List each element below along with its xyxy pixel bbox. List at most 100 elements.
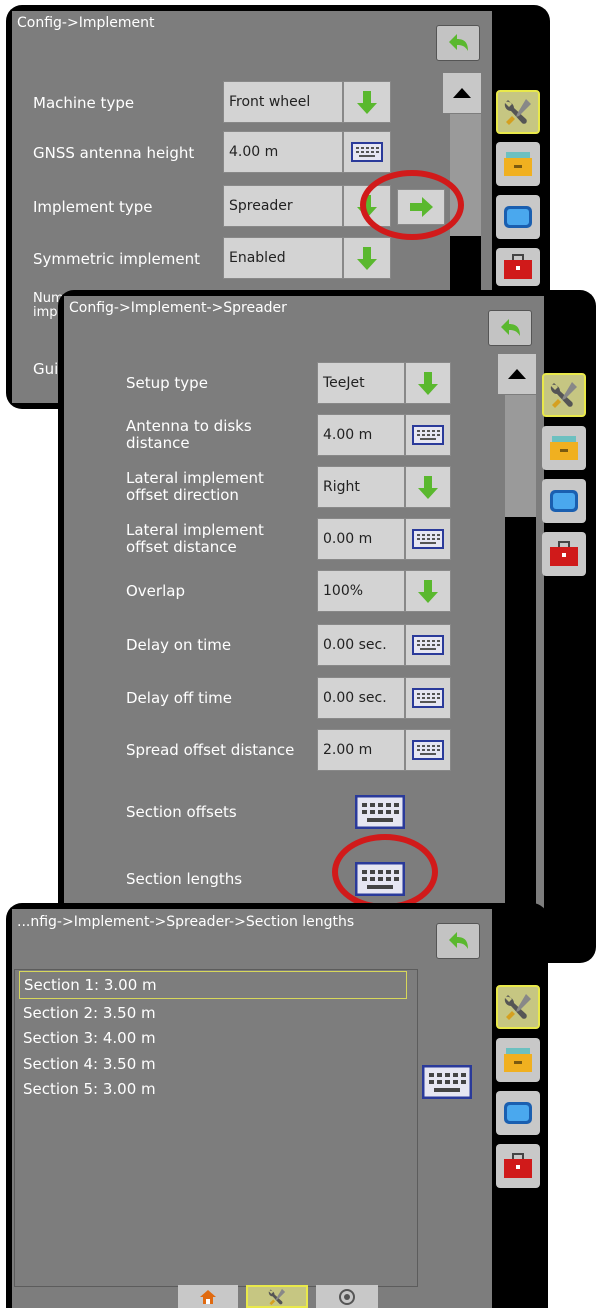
tab-guidance[interactable] <box>316 1285 378 1308</box>
page-title: Config->Implement->Spreader <box>69 300 287 316</box>
display-icon <box>504 1102 532 1124</box>
lateral-offset-distance-keyboard-button[interactable] <box>405 518 451 560</box>
sidebar-display-button[interactable] <box>542 479 586 523</box>
back-button[interactable] <box>436 25 480 61</box>
arrow-down-icon <box>357 247 377 270</box>
gnss-antenna-height-value[interactable]: 4.00 m <box>223 131 343 173</box>
sidebar-toolbox-button[interactable] <box>496 1144 540 1188</box>
spread-offset-distance-keyboard-button[interactable] <box>405 729 451 771</box>
lateral-offset-direction-dropdown-button[interactable] <box>405 466 451 508</box>
arrow-down-icon <box>357 91 377 114</box>
section-list: Section 1: 3.00 m Section 2: 3.50 m Sect… <box>14 969 418 1287</box>
scrollbar-track <box>450 236 481 296</box>
list-item[interactable]: Section 2: 3.50 m <box>19 999 407 1027</box>
display-icon <box>504 206 532 228</box>
symmetric-implement-value[interactable]: Enabled <box>223 237 343 279</box>
setup-type-dropdown-button[interactable] <box>405 362 451 404</box>
home-icon <box>200 1289 216 1304</box>
tab-home[interactable] <box>178 1285 238 1308</box>
setup-type-value[interactable]: TeeJet <box>317 362 405 404</box>
machine-type-dropdown-button[interactable] <box>343 81 391 123</box>
keyboard-icon <box>422 1065 472 1099</box>
back-arrow-icon <box>501 319 520 336</box>
lateral-offset-distance-label: Lateral implement offset distance <box>126 521 264 556</box>
page-title: ...nfig->Implement->Spreader->Section le… <box>17 914 355 930</box>
antenna-to-disks-distance-keyboard-button[interactable] <box>405 414 451 456</box>
section-offsets-label: Section offsets <box>126 803 237 821</box>
sidebar-toolbox-button[interactable] <box>496 248 540 286</box>
section-lengths-label: Section lengths <box>126 870 243 888</box>
delay-off-time-keyboard-button[interactable] <box>405 677 451 719</box>
spreader-config-screen: Config->Implement->Spreader Setup type T… <box>64 296 544 957</box>
back-arrow-icon <box>449 34 468 51</box>
tools-icon <box>504 99 531 125</box>
antenna-to-disks-distance-label: Antenna to disks distance <box>126 417 252 452</box>
machine-type-value[interactable]: Front wheel <box>223 81 343 123</box>
keyboard-icon <box>412 740 444 760</box>
spread-offset-distance-value[interactable]: 2.00 m <box>317 729 405 771</box>
machine-type-label: Machine type <box>33 94 135 112</box>
sidebar-data-button[interactable] <box>542 426 586 470</box>
arrow-down-icon <box>418 372 438 395</box>
overlap-dropdown-button[interactable] <box>405 570 451 612</box>
symmetric-implement-label: Symmetric implement <box>33 250 201 268</box>
section-lengths-screen: ...nfig->Implement->Spreader->Section le… <box>12 909 492 1308</box>
implement-type-label: Implement type <box>33 198 153 216</box>
symmetric-implement-dropdown-button[interactable] <box>343 237 391 279</box>
delay-off-time-value[interactable]: 0.00 sec. <box>317 677 405 719</box>
toolbox-icon <box>504 1153 532 1178</box>
delay-on-time-value[interactable]: 0.00 sec. <box>317 624 405 666</box>
data-folder-icon <box>550 436 578 460</box>
sidebar-data-button[interactable] <box>496 142 540 186</box>
sidebar-data-button[interactable] <box>496 1038 540 1082</box>
scrollbar-thumb[interactable] <box>505 395 536 517</box>
data-folder-icon <box>504 1048 532 1072</box>
scroll-up-button[interactable] <box>498 354 536 394</box>
edit-section-length-keyboard-button[interactable] <box>419 1061 475 1103</box>
implement-type-value[interactable]: Spreader <box>223 185 343 227</box>
antenna-to-disks-distance-value[interactable]: 4.00 m <box>317 414 405 456</box>
tools-icon <box>550 382 577 408</box>
lateral-offset-direction-value[interactable]: Right <box>317 466 405 508</box>
spread-offset-distance-label: Spread offset distance <box>126 741 295 759</box>
gnss-antenna-height-label: GNSS antenna height <box>33 144 195 162</box>
sidebar-display-button[interactable] <box>496 195 540 239</box>
list-item[interactable]: Section 5: 3.00 m <box>19 1075 407 1103</box>
page-title: Config->Implement <box>17 15 155 31</box>
lateral-offset-distance-value[interactable]: 0.00 m <box>317 518 405 560</box>
triangle-up-icon <box>508 369 526 379</box>
overlap-label: Overlap <box>126 582 185 600</box>
keyboard-icon <box>355 795 405 829</box>
delay-off-time-label: Delay off time <box>126 689 232 707</box>
sidebar-tools-button[interactable] <box>496 985 540 1029</box>
spreader-config-panel: Config->Implement->Spreader Setup type T… <box>58 290 596 963</box>
data-folder-icon <box>504 152 532 176</box>
display-icon <box>550 490 578 512</box>
setup-type-label: Setup type <box>126 374 208 392</box>
bottom-tab-bar <box>178 1285 388 1308</box>
back-button[interactable] <box>436 923 480 959</box>
sidebar-display-button[interactable] <box>496 1091 540 1135</box>
keyboard-icon <box>412 635 444 655</box>
keyboard-icon <box>412 688 444 708</box>
toolbox-icon <box>550 541 578 566</box>
overlap-value[interactable]: 100% <box>317 570 405 612</box>
list-item[interactable]: Section 1: 3.00 m <box>19 971 407 999</box>
scroll-up-button[interactable] <box>443 73 481 113</box>
sidebar-toolbox-button[interactable] <box>542 532 586 576</box>
tab-tools[interactable] <box>246 1285 308 1308</box>
sidebar-tools-button[interactable] <box>496 90 540 134</box>
section-offsets-keyboard-button[interactable] <box>352 791 408 833</box>
arrow-down-icon <box>418 580 438 603</box>
section-lengths-panel: ...nfig->Implement->Spreader->Section le… <box>6 903 548 1308</box>
list-item[interactable]: Section 4: 3.50 m <box>19 1050 407 1078</box>
back-button[interactable] <box>488 310 532 346</box>
delay-on-time-keyboard-button[interactable] <box>405 624 451 666</box>
keyboard-icon <box>351 142 383 162</box>
sidebar-tools-button[interactable] <box>542 373 586 417</box>
delay-on-time-label: Delay on time <box>126 636 232 654</box>
scrollbar-track <box>505 517 536 915</box>
list-item[interactable]: Section 3: 4.00 m <box>19 1024 407 1052</box>
arrow-down-icon <box>418 476 438 499</box>
gnss-antenna-height-keyboard-button[interactable] <box>343 131 391 173</box>
